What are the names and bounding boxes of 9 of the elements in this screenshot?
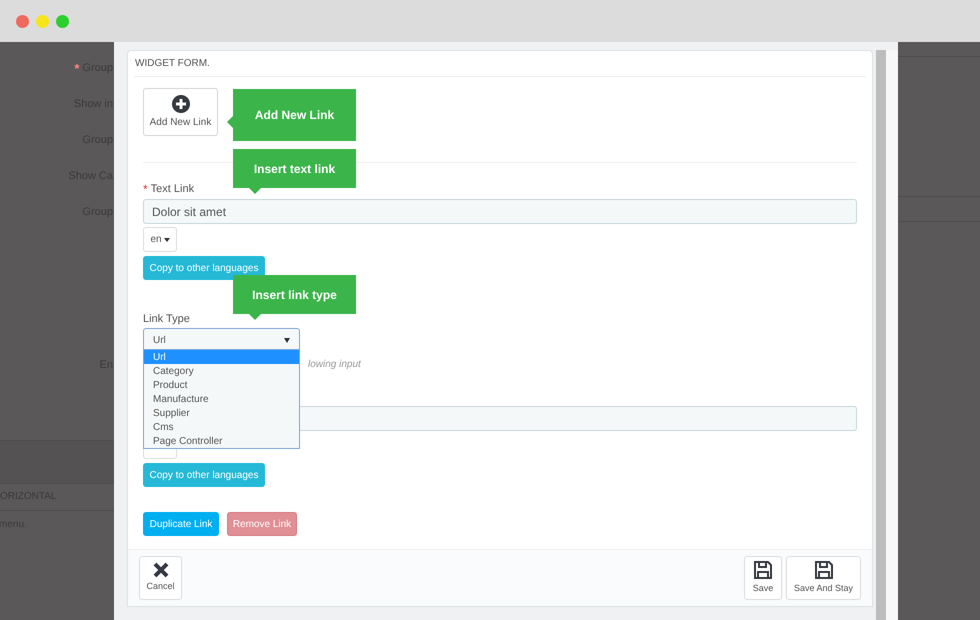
field-label: Text Link: [150, 182, 194, 197]
required-mark: *: [143, 181, 148, 198]
panel-header: WIDGET FORM.: [134, 51, 866, 77]
callout: Insert text link: [233, 149, 356, 188]
field-label: Link Type: [143, 312, 190, 325]
callout: Add New Link: [233, 89, 356, 141]
required-mark: *: [74, 60, 80, 78]
help-text: lowing input: [308, 358, 362, 371]
callout: Insert link type: [233, 275, 356, 314]
